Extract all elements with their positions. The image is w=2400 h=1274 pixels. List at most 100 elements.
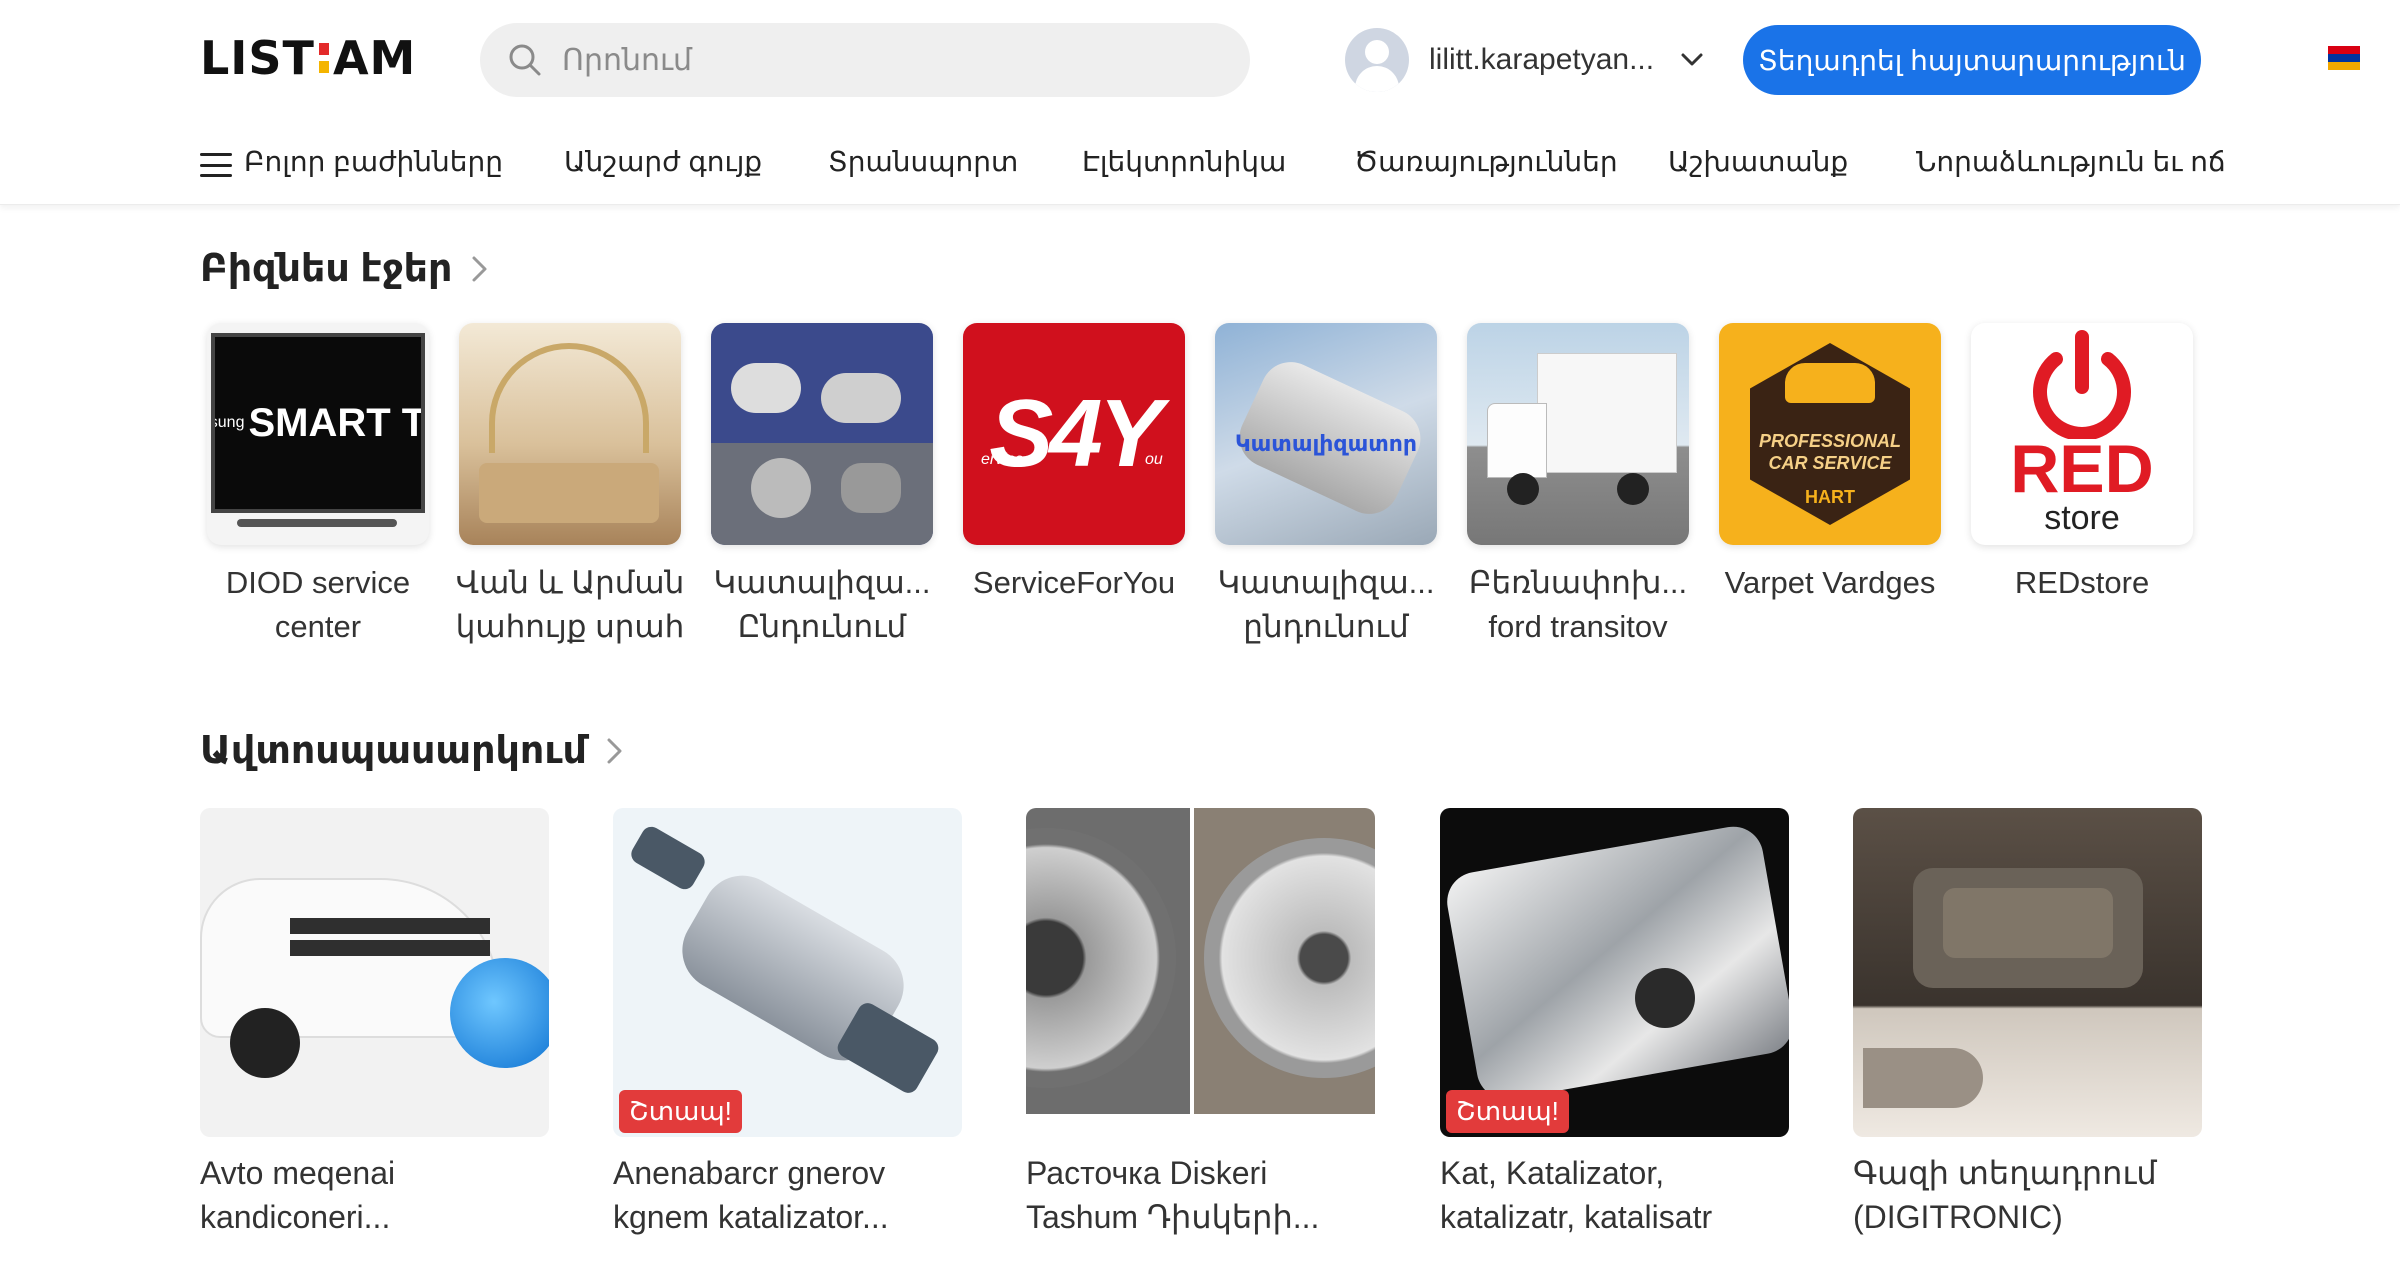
business-name-line1[interactable]: ServiceForYou: [959, 561, 1189, 605]
thumb-text-a: PROFESSIONAL: [1758, 431, 1901, 451]
business-thumbnail[interactable]: [459, 323, 681, 545]
business-name[interactable]: DIOD service center: [203, 561, 433, 649]
listing-title[interactable]: Avto meqenai kandiconeri...: [200, 1151, 549, 1239]
business-card[interactable]: Բեռնափոխ... ford transitov: [1463, 323, 1693, 649]
listing-thumbnail[interactable]: [1853, 808, 2202, 1137]
listing-thumbnail[interactable]: [200, 808, 549, 1137]
business-name-line1[interactable]: Կատալիզա...: [1211, 561, 1441, 605]
armenian-flag-icon[interactable]: [2328, 46, 2360, 70]
thumb-text-b: CAR SERVICE: [1768, 453, 1892, 473]
listing-thumbnail[interactable]: Շտապ!: [613, 808, 962, 1137]
listing-title[interactable]: Anenabarcr gnerov kgnem katalizator...: [613, 1151, 962, 1239]
listing-card[interactable]: Avto meqenai kandiconeri...: [200, 808, 549, 1239]
listing-title[interactable]: Расточка Diskeri Tashum Դիսկերի...: [1026, 1151, 1375, 1239]
listing-title-line2[interactable]: Tashum Դիսկերի...: [1026, 1195, 1375, 1239]
chevron-right-icon[interactable]: [470, 254, 490, 284]
search-placeholder[interactable]: Որոնում: [562, 43, 692, 78]
business-pages-heading[interactable]: Բիզնես էջեր: [200, 246, 490, 291]
listing-card[interactable]: Расточка Diskeri Tashum Դիսկերի...: [1026, 808, 1375, 1239]
listing-title-line1[interactable]: Anenabarcr gnerov: [613, 1151, 962, 1195]
chevron-down-icon[interactable]: [1680, 52, 1704, 68]
business-name-line1[interactable]: Varpet Vardges: [1715, 561, 1945, 605]
business-card[interactable]: Վան և Արման կահույք սրահ: [455, 323, 685, 649]
business-name-line1[interactable]: Կատալիզա...: [707, 561, 937, 605]
site-logo[interactable]: LIST AM: [200, 31, 416, 85]
business-thumbnail[interactable]: sung SMART T: [207, 323, 429, 545]
listing-title[interactable]: Kat, Katalizator, katalizatr, katalisatr: [1440, 1151, 1789, 1239]
business-thumbnail[interactable]: Կատալիզատոր: [1215, 323, 1437, 545]
search-icon: [509, 44, 541, 76]
chevron-right-icon[interactable]: [605, 736, 625, 766]
business-name-line2[interactable]: կահույք սրահ: [455, 605, 685, 649]
business-name-line2[interactable]: Ընդունում: [707, 605, 937, 649]
business-card[interactable]: S4Y ervice ou ServiceForYou: [959, 323, 1189, 605]
listing-title-line2[interactable]: (DIGITRONIC): [1853, 1195, 2202, 1239]
post-ad-button[interactable]: Տեղադրել հայտարարություն: [1743, 25, 2201, 95]
listing-title-line2[interactable]: kgnem katalizator...: [613, 1195, 962, 1239]
listing-title-line2[interactable]: kandiconeri...: [200, 1195, 549, 1239]
user-avatar-icon[interactable]: [1345, 28, 1409, 92]
business-card[interactable]: sung SMART T DIOD service center: [203, 323, 433, 649]
listing-card[interactable]: Շտապ! Anenabarcr gnerov kgnem katalizato…: [613, 808, 962, 1239]
business-name[interactable]: Կատալիզա... Ընդունում: [707, 561, 937, 649]
logo-colon-icon: [318, 43, 329, 73]
listing-title[interactable]: Գազի տեղադրում (DIGITRONIC): [1853, 1151, 2202, 1239]
thumb-text-b: store: [2044, 499, 2120, 537]
business-name-line1[interactable]: REDstore: [1967, 561, 2197, 605]
listing-card[interactable]: Շտապ! Kat, Katalizator, katalizatr, kata…: [1440, 808, 1789, 1239]
listing-title-line2[interactable]: katalizatr, katalisatr: [1440, 1195, 1789, 1239]
listing-title-line1[interactable]: Расточка Diskeri: [1026, 1151, 1375, 1195]
nav-item-vehicles[interactable]: Տրանսպորտ: [828, 145, 1018, 178]
business-name[interactable]: ServiceForYou: [959, 561, 1189, 605]
business-card[interactable]: PROFESSIONAL CAR SERVICE HART Varpet Var…: [1715, 323, 1945, 605]
business-pages-title[interactable]: Բիզնես էջեր: [200, 246, 452, 291]
nav-item-jobs[interactable]: Աշխատանք: [1668, 145, 1848, 178]
nav-item-electronics[interactable]: Էլեկտրոնիկա: [1082, 145, 1286, 178]
business-name[interactable]: Բեռնափոխ... ford transitov: [1463, 561, 1693, 649]
business-thumbnail[interactable]: S4Y ervice ou: [963, 323, 1185, 545]
listing-thumbnail[interactable]: [1026, 808, 1375, 1137]
listing-title-line1[interactable]: Kat, Katalizator,: [1440, 1151, 1789, 1195]
business-card[interactable]: Կատալիզատոր Կատալիզա... ընդունում: [1211, 323, 1441, 649]
business-name-line1[interactable]: DIOD service: [203, 561, 433, 605]
thumb-brand-text: SMART T: [248, 400, 425, 445]
business-name[interactable]: Varpet Vardges: [1715, 561, 1945, 605]
power-icon: [2033, 330, 2131, 439]
listing-title-line1[interactable]: Գազի տեղադրում: [1853, 1151, 2202, 1195]
hamburger-icon[interactable]: [200, 153, 232, 177]
nav-item-services[interactable]: Ծառայություններ: [1354, 145, 1618, 178]
business-name[interactable]: Վան և Արման կահույք սրահ: [455, 561, 685, 649]
thumb-small-text: sung: [211, 414, 245, 431]
user-menu[interactable]: lilitt.karapetyan...: [1345, 27, 1704, 93]
urgent-badge: Շտապ!: [1446, 1090, 1569, 1133]
business-card[interactable]: Կատալիզա... Ընդունում: [707, 323, 937, 649]
nav-item-fashion[interactable]: Նորաձևություն եւ ոճ: [1916, 145, 2226, 178]
thumb-text-a: RED: [2010, 431, 2154, 507]
business-name[interactable]: REDstore: [1967, 561, 2197, 605]
business-name-line2[interactable]: center: [203, 605, 433, 649]
business-name-line2[interactable]: ford transitov: [1463, 605, 1693, 649]
business-name-line2[interactable]: ընդունում: [1211, 605, 1441, 649]
listing-thumbnail[interactable]: Շտապ!: [1440, 808, 1789, 1137]
thumb-logo-sub-b: ou: [1145, 451, 1163, 468]
username[interactable]: lilitt.karapetyan...: [1429, 43, 1654, 77]
nav-item-all-categories[interactable]: Բոլոր բաժինները: [244, 145, 503, 178]
search-bar[interactable]: Որոնում: [480, 23, 1250, 97]
auto-service-heading[interactable]: Ավտոսպասարկում: [200, 728, 625, 773]
listing-title-line1[interactable]: Avto meqenai: [200, 1151, 549, 1195]
urgent-badge: Շտապ!: [619, 1090, 742, 1133]
business-thumbnail[interactable]: [711, 323, 933, 545]
thumb-text-c: HART: [1805, 487, 1855, 507]
listing-card[interactable]: Գազի տեղադրում (DIGITRONIC): [1853, 808, 2202, 1239]
thumb-logo-text: S4Y: [989, 380, 1162, 487]
business-thumbnail[interactable]: RED store: [1971, 323, 2193, 545]
nav-item-real-estate[interactable]: Անշարժ գույք: [564, 145, 762, 178]
auto-service-title[interactable]: Ավտոսպասարկում: [200, 728, 587, 773]
business-thumbnail[interactable]: PROFESSIONAL CAR SERVICE HART: [1719, 323, 1941, 545]
business-thumbnail[interactable]: [1467, 323, 1689, 545]
logo-text-right: AM: [332, 31, 417, 85]
business-name-line1[interactable]: Բեռնափոխ...: [1463, 561, 1693, 605]
business-name-line1[interactable]: Վան և Արման: [455, 561, 685, 605]
business-name[interactable]: Կատալիզա... ընդունում: [1211, 561, 1441, 649]
business-card[interactable]: RED store REDstore: [1967, 323, 2197, 605]
